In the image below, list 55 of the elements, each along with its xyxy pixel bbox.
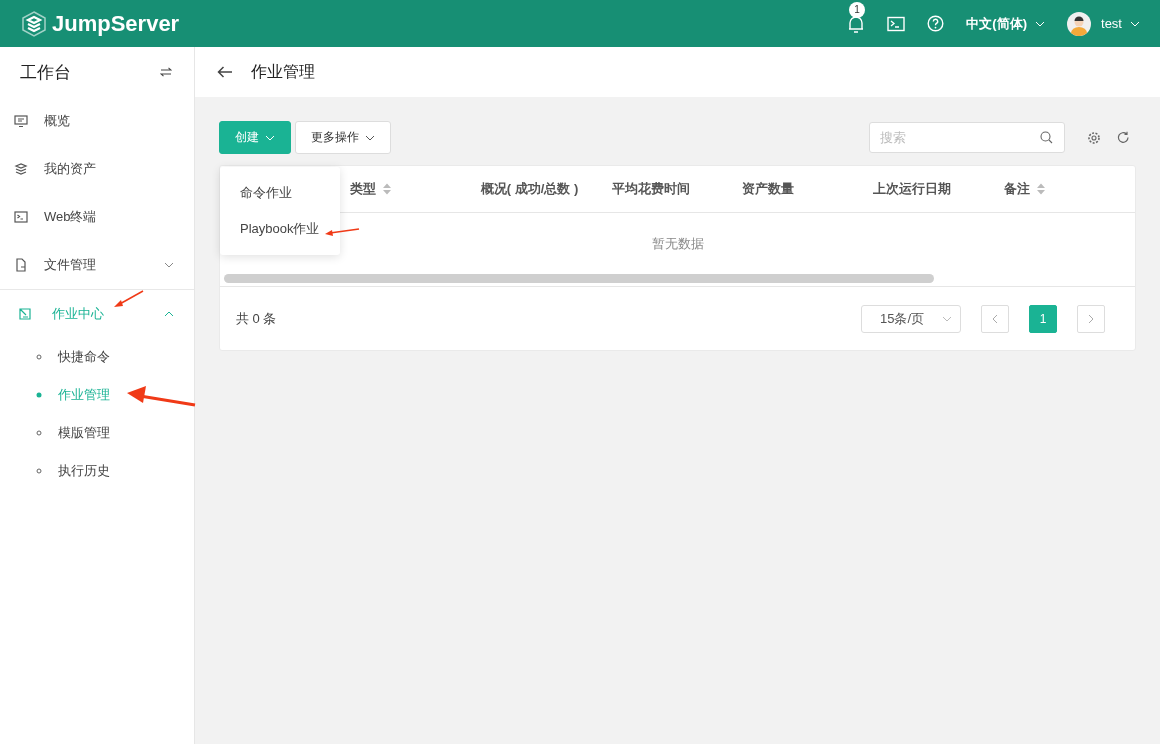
sidebar-item[interactable]: 概览 (0, 97, 194, 145)
bullet-icon (36, 354, 42, 360)
column-header: 平均花费时间 (611, 180, 690, 198)
language-selector[interactable]: 中文(简体) (966, 14, 1046, 33)
page-size-select[interactable]: 15条/页 (861, 304, 961, 333)
caret-icon (365, 134, 375, 141)
submenu-item[interactable]: 快捷命令 (0, 338, 194, 376)
column-header: 上次运行日期 (873, 180, 952, 198)
dropdown-item[interactable]: Playbook作业 (220, 211, 340, 247)
sidebar-title: 工作台 (20, 61, 71, 84)
terminal-icon[interactable] (887, 15, 906, 32)
back-arrow-icon[interactable] (217, 66, 233, 78)
search-field[interactable]: 搜索 (869, 122, 1065, 153)
bullet-icon (36, 468, 42, 474)
column-header: 类型 (349, 180, 376, 198)
page-title: 作业管理 (251, 61, 315, 82)
annotation-arrow (325, 228, 360, 236)
empty-text: 暂无数据 (651, 235, 704, 251)
swap-icon[interactable] (160, 67, 172, 77)
search-icon (1040, 131, 1053, 144)
bullet-icon (36, 392, 42, 398)
logo-icon (20, 9, 48, 38)
avatar-icon[interactable] (1067, 11, 1092, 36)
bullet-icon (36, 430, 42, 436)
menu-icon (18, 307, 32, 321)
refresh-icon[interactable] (1117, 131, 1130, 144)
sidebar-item[interactable]: 我的资产 (0, 145, 194, 193)
chevron-left-icon (992, 313, 998, 324)
menu-icon (14, 162, 28, 176)
help-icon[interactable] (927, 15, 945, 32)
notification-badge: 1 (849, 1, 865, 18)
chevron-right-icon (1088, 313, 1094, 324)
menu-icon (14, 210, 28, 224)
caret-icon (1035, 20, 1046, 27)
annotation-arrow (114, 290, 144, 307)
column-header: 概况( 成功/总数 ) (480, 180, 579, 198)
sidebar-item[interactable]: 文件管理 (0, 241, 194, 289)
logo-text: JumpServer (52, 10, 180, 37)
column-header: 备注 (1004, 180, 1031, 198)
column-header: 资产数量 (742, 180, 795, 198)
annotation-arrow (127, 386, 196, 407)
submenu-item[interactable]: 执行历史 (0, 452, 194, 490)
menu-icon (14, 114, 28, 128)
caret-icon (1130, 20, 1140, 27)
dropdown-item[interactable]: 命令作业 (220, 175, 340, 211)
more-actions-button[interactable]: 更多操作 (295, 121, 391, 154)
total-count: 共 0 条 (236, 309, 277, 328)
sidebar-item[interactable]: Web终端 (0, 193, 194, 241)
scrollbar[interactable] (224, 274, 934, 283)
user-menu[interactable]: test (1101, 16, 1140, 31)
submenu-item[interactable]: 模版管理 (0, 414, 194, 452)
caret-icon (265, 134, 275, 141)
menu-icon (14, 258, 28, 272)
caret-icon (942, 315, 952, 322)
settings-icon[interactable] (1087, 130, 1101, 145)
